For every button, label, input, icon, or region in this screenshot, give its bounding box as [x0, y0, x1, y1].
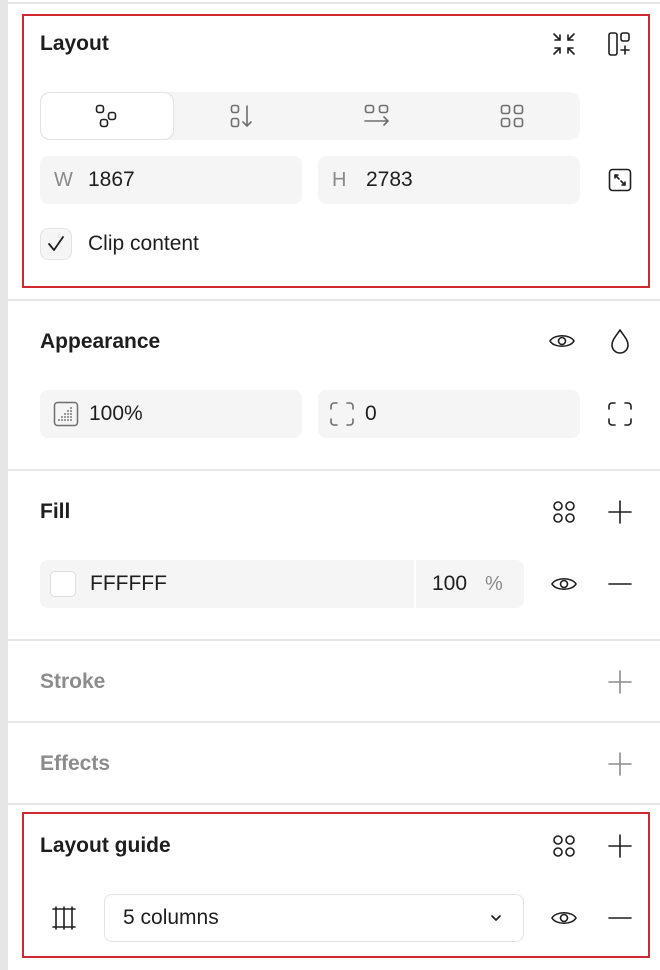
fill-color-hex[interactable]: FFFFFF	[90, 572, 167, 596]
resize-to-fit-icon[interactable]	[606, 166, 634, 194]
width-field[interactable]: W 1867	[40, 156, 302, 204]
independent-corners-icon[interactable]	[606, 400, 634, 428]
stroke-section-title: Stroke	[40, 670, 106, 693]
freeform-layout-icon	[95, 104, 117, 128]
freeform-layout-option[interactable]	[40, 92, 174, 140]
add-auto-layout-icon[interactable]	[606, 30, 634, 58]
fill-opacity-unit: %	[485, 572, 503, 595]
height-field[interactable]: H 2783	[318, 156, 580, 204]
columns-guide-icon[interactable]	[50, 904, 78, 932]
clip-content-checkbox[interactable]	[40, 228, 72, 260]
layout-guide-type-select[interactable]: 5 columns	[104, 894, 524, 942]
checkmark-icon	[48, 236, 64, 251]
styles-grid-icon[interactable]	[550, 498, 578, 526]
layout-guide-selected-option: 5 columns	[123, 906, 219, 929]
add-stroke-icon[interactable]	[606, 668, 634, 696]
grid-layout-option[interactable]	[445, 92, 579, 140]
panel-left-edge	[0, 0, 8, 970]
eye-icon[interactable]	[550, 570, 578, 598]
blend-mode-drop-icon[interactable]	[606, 327, 634, 355]
eye-icon[interactable]	[550, 904, 578, 932]
vertical-auto-layout-icon	[230, 104, 252, 128]
clip-content-label: Clip content	[88, 232, 199, 255]
fill-color-field[interactable]: FFFFFF	[40, 560, 414, 608]
add-fill-icon[interactable]	[606, 498, 634, 526]
add-layout-guide-icon[interactable]	[606, 832, 634, 860]
fill-section-title: Fill	[40, 500, 71, 523]
fill-opacity-value[interactable]: 100	[432, 572, 467, 596]
styles-grid-icon[interactable]	[550, 832, 578, 860]
section-divider	[8, 803, 660, 805]
height-prefix: H	[332, 168, 347, 191]
section-divider	[8, 299, 660, 301]
width-prefix: W	[54, 168, 73, 191]
section-divider	[8, 2, 660, 4]
chevron-down-icon	[491, 915, 501, 921]
vertical-auto-layout-option[interactable]	[175, 92, 309, 140]
horizontal-auto-layout-option[interactable]	[310, 92, 444, 140]
section-divider	[8, 721, 660, 723]
layout-guide-section-title: Layout guide	[40, 834, 171, 857]
fill-color-swatch[interactable]	[50, 571, 76, 597]
fill-opacity-field[interactable]: 100 %	[416, 560, 524, 608]
effects-section-title: Effects	[40, 752, 111, 775]
grid-layout-icon	[500, 104, 524, 128]
section-divider	[8, 639, 660, 641]
opacity-field[interactable]: 100%	[40, 390, 302, 438]
section-divider	[8, 469, 660, 471]
eye-icon[interactable]	[548, 327, 576, 355]
corner-radius-value[interactable]: 0	[365, 402, 377, 426]
opacity-value[interactable]: 100%	[89, 402, 143, 426]
corner-radius-icon	[330, 402, 354, 426]
remove-layout-guide-icon[interactable]	[606, 904, 634, 932]
opacity-icon	[53, 401, 79, 427]
layout-flow-segmented-control	[40, 92, 580, 140]
appearance-section-title: Appearance	[40, 330, 161, 353]
add-effect-icon[interactable]	[606, 750, 634, 778]
remove-fill-icon[interactable]	[606, 570, 634, 598]
corner-radius-field[interactable]: 0	[318, 390, 580, 438]
height-value[interactable]: 2783	[366, 168, 413, 192]
collapse-resize-icon[interactable]	[550, 30, 578, 58]
layout-section-title: Layout	[40, 32, 109, 55]
horizontal-auto-layout-icon	[364, 104, 390, 126]
width-value[interactable]: 1867	[88, 168, 135, 192]
